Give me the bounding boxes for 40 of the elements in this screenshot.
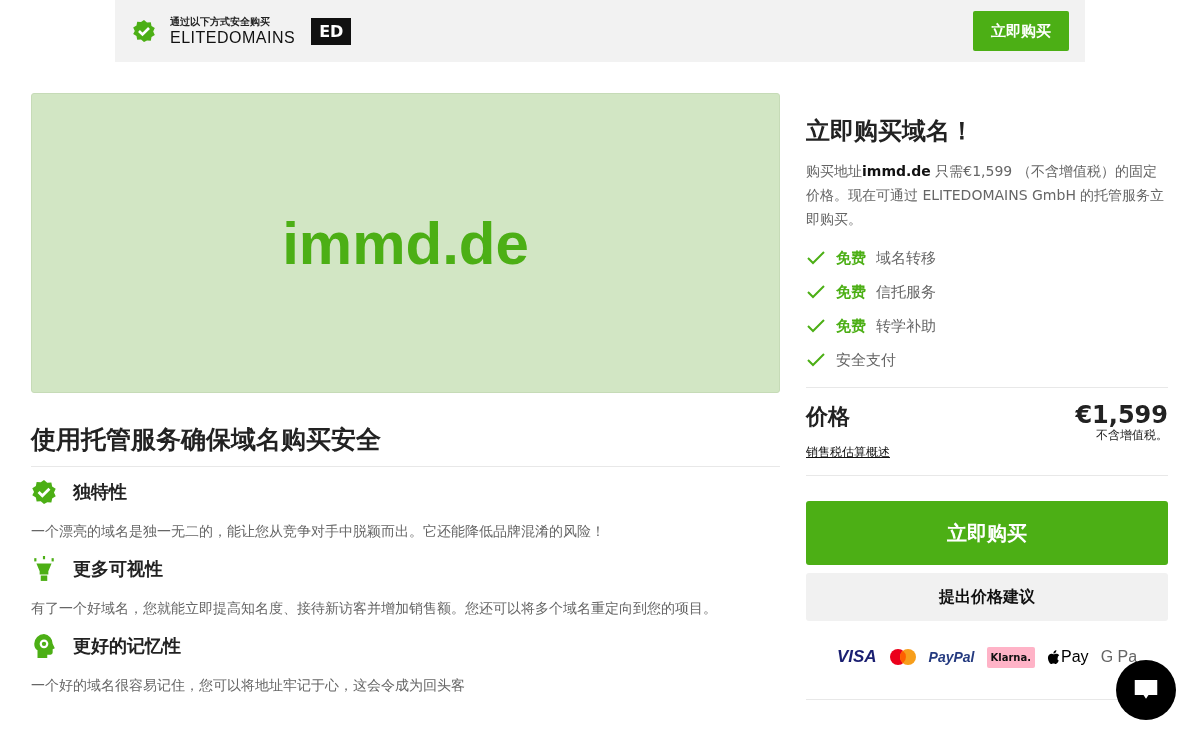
tax-link[interactable]: 销售税估算概述 [806, 444, 890, 461]
price-label: 价格 [806, 403, 851, 431]
price-value: €1,599 [1075, 402, 1168, 428]
feature-title: 更好的记忆性 [73, 634, 181, 658]
head-question-icon [31, 633, 57, 659]
feature-title: 独特性 [73, 480, 127, 504]
banner-caption: 通过以下方式安全购买 [170, 15, 271, 29]
make-offer-button[interactable]: 提出价格建议 [806, 573, 1168, 621]
chat-button[interactable] [1116, 660, 1176, 720]
offer-description: 购买地址immd.de 只需€1,599 （不含增值税）的固定价格。现在可通过 ELITEDOMAINS GmbH 的托管服务立即购买。 [806, 162, 1166, 229]
feature-description: 一个好的域名很容易记住，您可以将地址牢记于心，这会令成为回头客 [31, 676, 466, 695]
perk-text: 转学补助 [876, 316, 936, 336]
lamp-icon [31, 556, 57, 582]
vat-note: 不含增值税。 [1096, 428, 1168, 442]
free-label: 免费 [836, 316, 866, 336]
check-icon [806, 318, 826, 334]
offer-title: 立即购买域名！ [806, 116, 975, 147]
paypal-logo: PayPal [928, 649, 975, 665]
google-pay-logo: G Pa [1100, 648, 1138, 666]
check-icon [806, 250, 826, 266]
visa-logo: VISA [836, 647, 877, 667]
verified-badge-icon [132, 19, 156, 43]
klarna-logo: Klarna. [986, 646, 1036, 668]
domain-name: immd.de [282, 208, 529, 278]
perk-text: 域名转移 [876, 248, 936, 268]
perk-text: 安全支付 [836, 350, 896, 370]
section-heading: 使用托管服务确保域名购买安全 [31, 424, 382, 456]
perk-text: 信托服务 [876, 282, 936, 302]
feature-title: 更多可视性 [73, 557, 163, 581]
check-icon [806, 284, 826, 300]
verified-badge-icon [31, 479, 57, 505]
free-label: 免费 [836, 282, 866, 302]
apple-pay-logo: Pay [1047, 648, 1089, 666]
brand-logo: ED [311, 17, 352, 45]
check-icon [806, 352, 826, 368]
feature-description: 一个漂亮的域名是独一无二的，能让您从竞争对手中脱颖而出。它还能降低品牌混淆的风险！ [31, 522, 606, 541]
brand-name: ELITEDOMAINS [170, 29, 296, 47]
mastercard-logo [888, 648, 917, 666]
free-label: 免费 [836, 248, 866, 268]
feature-description: 有了一个好域名，您就能立即提高知名度、接待新访客并增加销售额。您还可以将多个域名重定向到您的项目。 [31, 599, 718, 618]
